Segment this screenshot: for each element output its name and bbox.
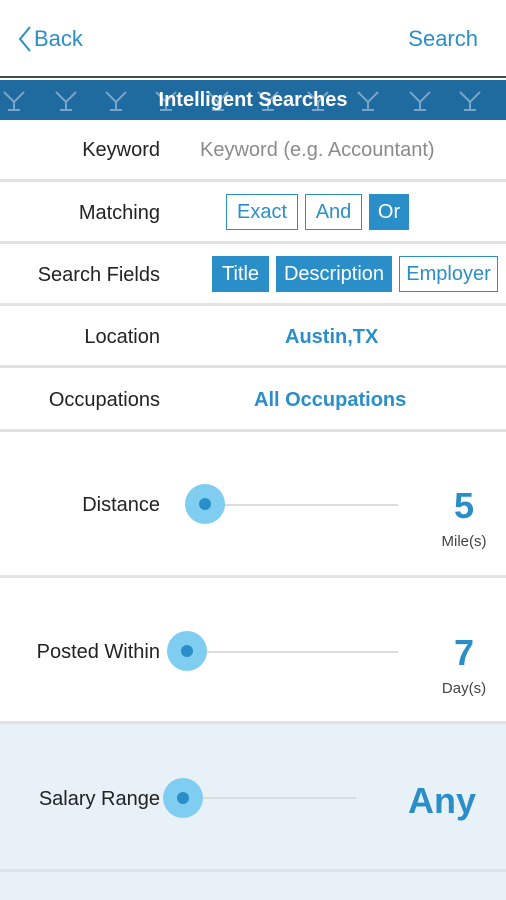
matching-and-button[interactable]: And (305, 194, 362, 230)
occupations-row[interactable]: Occupations All Occupations (0, 368, 506, 432)
posted-within-slider-thumb[interactable] (167, 631, 207, 671)
matching-label: Matching (78, 202, 160, 224)
salary-range-label: Salary Range (38, 788, 160, 810)
page-title: Intelligent Searches (158, 89, 348, 111)
keyword-row: Keyword Keyword (e.g. Accountant) (0, 120, 506, 182)
navigation-bar: Back Search (0, 0, 506, 78)
posted-within-row: Posted Within 7 Day(s) (0, 578, 506, 724)
back-button-label: Back (34, 26, 83, 51)
chevron-left-icon (18, 26, 31, 52)
posted-within-unit: Day(s) (441, 680, 487, 697)
keyword-input[interactable]: Keyword (e.g. Accountant) (200, 139, 435, 162)
search-button[interactable]: Search (408, 22, 478, 56)
distance-value: 5 (453, 485, 475, 526)
salary-range-slider-thumb[interactable] (163, 778, 203, 818)
location-value[interactable]: Austin,TX (285, 326, 378, 349)
banner: Intelligent Searches (0, 80, 506, 120)
posted-within-label: Posted Within (36, 641, 160, 663)
matching-row: Matching Exact And Or (0, 182, 506, 244)
back-button[interactable]: Back (18, 22, 83, 56)
occupations-label: Occupations (48, 389, 160, 411)
posted-within-value: 7 (453, 632, 475, 673)
search-field-employer-button[interactable]: Employer (399, 256, 498, 292)
posted-within-slider-track[interactable] (186, 651, 398, 653)
keyword-label: Keyword (82, 139, 160, 161)
distance-unit: Mile(s) (441, 533, 487, 550)
search-field-title-button[interactable]: Title (212, 256, 269, 292)
distance-row: Distance 5 Mile(s) (0, 432, 506, 578)
occupations-value[interactable]: All Occupations (254, 389, 406, 412)
salary-range-row: Salary Range Any (0, 724, 506, 872)
search-fields-row: Search Fields Title Description Employer (0, 244, 506, 306)
matching-or-button[interactable]: Or (369, 194, 409, 230)
form-footer (0, 872, 506, 900)
matching-exact-button[interactable]: Exact (226, 194, 298, 230)
distance-slider-thumb[interactable] (185, 484, 225, 524)
search-fields-label: Search Fields (37, 264, 160, 286)
salary-range-value: Any (407, 780, 476, 821)
search-field-description-button[interactable]: Description (276, 256, 392, 292)
location-row[interactable]: Location Austin,TX (0, 306, 506, 368)
location-label: Location (84, 326, 160, 348)
distance-label: Distance (82, 494, 160, 516)
